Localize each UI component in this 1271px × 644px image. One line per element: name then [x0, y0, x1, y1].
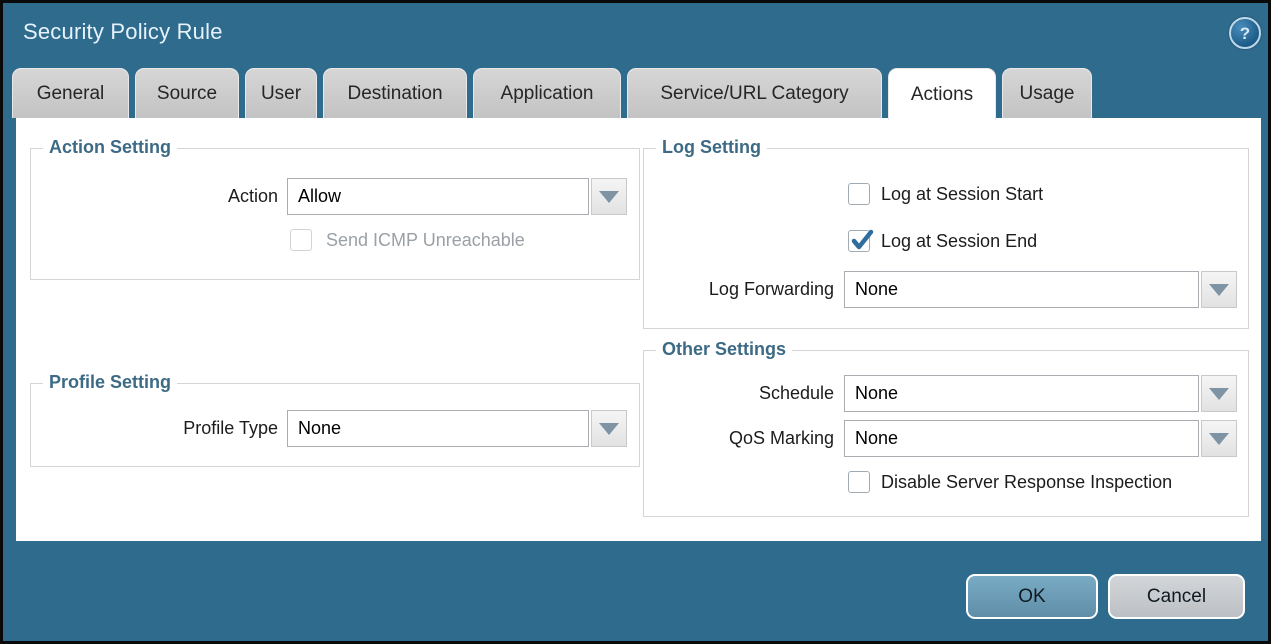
help-icon[interactable]: ? [1229, 17, 1261, 49]
log-setting-legend: Log Setting [656, 137, 767, 158]
schedule-label: Schedule [644, 375, 834, 412]
tab-actions[interactable]: Actions [888, 68, 996, 120]
disable-server-response-inspection-label: Disable Server Response Inspection [881, 471, 1172, 493]
tab-source[interactable]: Source [135, 68, 239, 118]
tab-panel-actions: Action Setting Action Allow Send ICMP Un… [16, 118, 1261, 541]
profile-setting-legend: Profile Setting [43, 372, 177, 393]
action-setting-legend: Action Setting [43, 137, 177, 158]
chevron-down-icon [1209, 284, 1229, 296]
log-at-session-end-checkbox[interactable] [848, 230, 870, 252]
other-settings-group: Other Settings Schedule None QoS Marking… [643, 350, 1249, 517]
tab-user[interactable]: User [245, 68, 317, 118]
tab-application[interactable]: Application [473, 68, 621, 118]
security-policy-rule-dialog: Security Policy Rule ? General Source Us… [0, 0, 1271, 644]
dialog-title: Security Policy Rule [23, 19, 223, 45]
chevron-down-icon [599, 191, 619, 203]
qos-marking-dropdown[interactable]: None [844, 420, 1237, 457]
tab-bar: General Source User Destination Applicat… [12, 68, 1092, 118]
tab-usage[interactable]: Usage [1002, 68, 1092, 118]
profile-setting-group: Profile Setting Profile Type None [30, 383, 640, 467]
other-settings-legend: Other Settings [656, 339, 792, 360]
profile-type-dropdown-button[interactable] [591, 410, 627, 447]
ok-button[interactable]: OK [966, 574, 1098, 619]
chevron-down-icon [599, 423, 619, 435]
log-at-session-start-checkbox[interactable] [848, 183, 870, 205]
log-forwarding-dropdown[interactable]: None [844, 271, 1237, 308]
qos-marking-dropdown-button[interactable] [1201, 420, 1237, 457]
schedule-dropdown[interactable]: None [844, 375, 1237, 412]
log-at-session-start-label: Log at Session Start [881, 183, 1043, 205]
action-dropdown-value[interactable]: Allow [287, 178, 589, 215]
profile-type-dropdown[interactable]: None [287, 410, 627, 447]
action-dropdown[interactable]: Allow [287, 178, 627, 215]
action-dropdown-button[interactable] [591, 178, 627, 215]
qos-marking-label: QoS Marking [644, 420, 834, 457]
schedule-dropdown-button[interactable] [1201, 375, 1237, 412]
schedule-dropdown-value[interactable]: None [844, 375, 1199, 412]
send-icmp-unreachable-label: Send ICMP Unreachable [326, 229, 525, 251]
checkmark-icon [849, 228, 875, 254]
tab-service-url-category[interactable]: Service/URL Category [627, 68, 882, 118]
send-icmp-unreachable-checkbox [290, 229, 312, 251]
tab-destination[interactable]: Destination [323, 68, 467, 118]
profile-type-dropdown-value[interactable]: None [287, 410, 589, 447]
chevron-down-icon [1209, 433, 1229, 445]
tab-general[interactable]: General [12, 68, 129, 118]
log-forwarding-label: Log Forwarding [644, 271, 834, 308]
chevron-down-icon [1209, 388, 1229, 400]
cancel-button[interactable]: Cancel [1108, 574, 1245, 619]
disable-server-response-inspection-checkbox[interactable] [848, 471, 870, 493]
log-forwarding-dropdown-value[interactable]: None [844, 271, 1199, 308]
log-forwarding-dropdown-button[interactable] [1201, 271, 1237, 308]
action-setting-group: Action Setting Action Allow Send ICMP Un… [30, 148, 640, 280]
log-at-session-end-label: Log at Session End [881, 230, 1037, 252]
log-setting-group: Log Setting Log at Session Start Log at … [643, 148, 1249, 329]
profile-type-label: Profile Type [31, 410, 278, 447]
qos-marking-dropdown-value[interactable]: None [844, 420, 1199, 457]
action-label: Action [31, 178, 278, 215]
